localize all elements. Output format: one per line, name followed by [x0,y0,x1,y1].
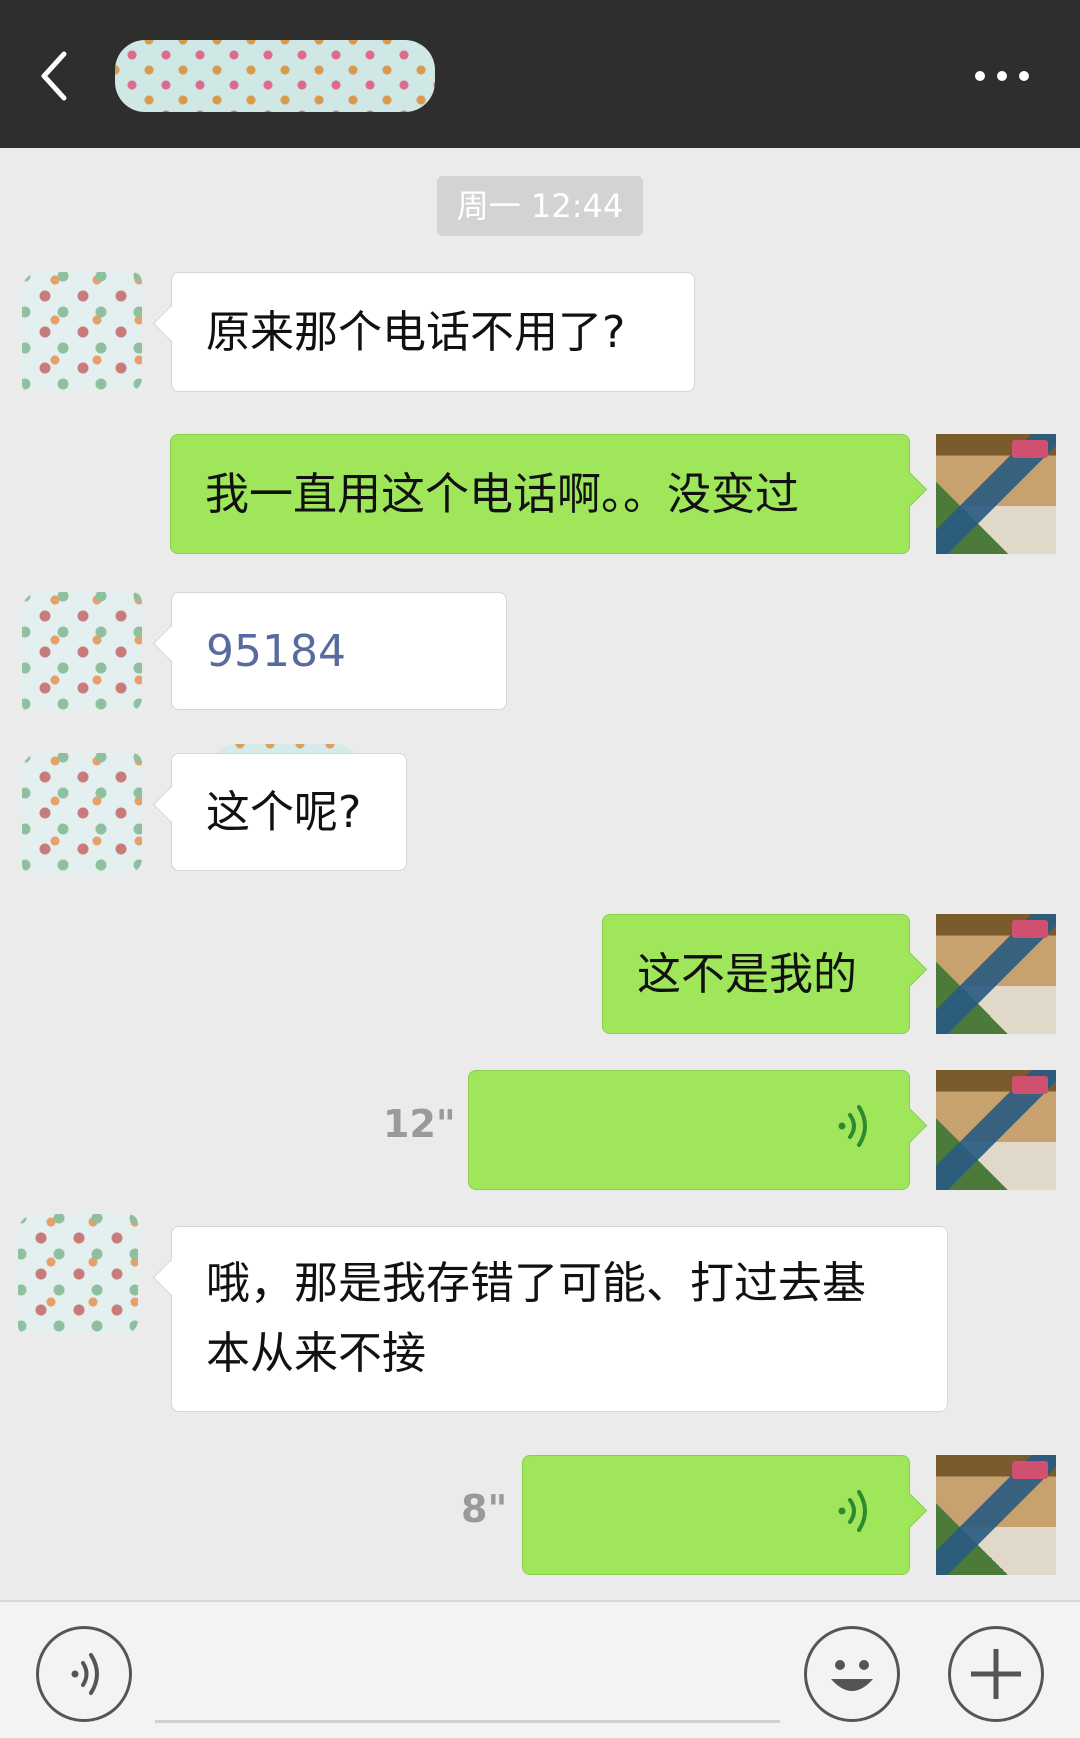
message-text: 原来那个电话不用了? [206,307,626,358]
voice-input-icon [71,1653,99,1695]
voice-duration: 8" [461,1487,508,1531]
message-text-line-2: 本从来不接 [206,1328,426,1379]
phone-number-link[interactable]: 95184 [206,626,346,677]
timestamp: 周一 12:44 [437,176,643,236]
message-bubble-in[interactable]: 原来那个电话不用了? [171,272,695,392]
voice-wave-icon [838,1105,867,1147]
self-avatar[interactable] [936,1070,1056,1190]
contact-avatar[interactable] [22,272,142,392]
voice-message-bubble[interactable] [468,1070,910,1190]
chat-title-redacted [115,40,435,112]
back-arrow-icon [41,51,67,101]
voice-message-bubble[interactable] [522,1455,910,1575]
voice-duration: 12" [383,1102,456,1146]
more-button[interactable] [972,62,1032,90]
message-bubble-out[interactable]: 我一直用这个电话啊。。没变过 [170,434,910,554]
contact-avatar[interactable] [22,592,142,712]
message-text: 我一直用这个电话啊。。没变过 [205,469,799,520]
input-bar [0,1600,1080,1738]
contact-avatar[interactable] [22,753,142,873]
self-avatar[interactable] [936,914,1056,1034]
emoji-button[interactable] [804,1626,900,1722]
plus-icon [971,1649,1021,1699]
message-text: 这个呢? [206,787,362,838]
voice-input-button[interactable] [36,1626,132,1722]
voice-wave-icon [838,1490,867,1532]
self-avatar[interactable] [936,434,1056,554]
more-functions-button[interactable] [948,1626,1044,1722]
top-bar [0,0,1080,148]
self-avatar[interactable] [936,1455,1056,1575]
message-input[interactable] [155,1720,780,1723]
message-bubble-in[interactable]: 这个呢? [171,753,407,871]
emoji-icon [831,1660,873,1691]
message-bubble-in[interactable]: 哦，那是我存错了可能、打过去基 本从来不接 [171,1226,948,1412]
message-text: 这不是我的 [637,949,857,1000]
more-dots-icon [975,71,1029,81]
back-button[interactable] [28,40,88,112]
message-text-line-1: 哦，那是我存错了可能、打过去基 [206,1258,866,1309]
message-bubble-out[interactable]: 这不是我的 [602,914,910,1034]
message-bubble-in[interactable]: 95184 [171,592,507,800]
contact-avatar[interactable] [18,1214,138,1334]
